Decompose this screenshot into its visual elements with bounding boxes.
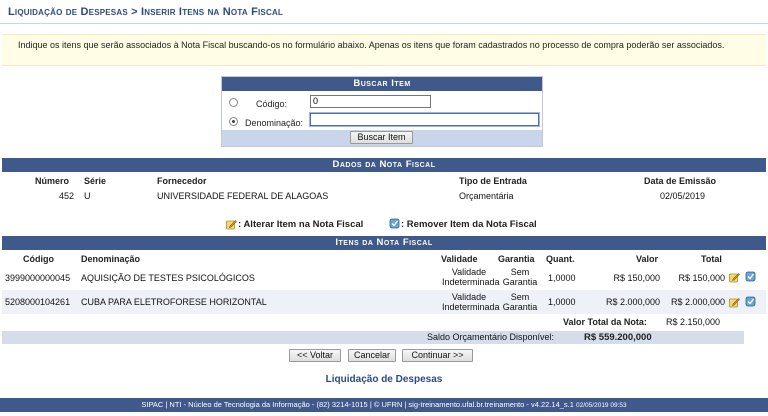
continuar-button[interactable]: Continuar >> bbox=[402, 349, 473, 362]
col-fornecedor: Fornecedor bbox=[157, 176, 207, 186]
item-codigo: 5208000104261 bbox=[5, 297, 71, 307]
codigo-radio[interactable] bbox=[229, 98, 238, 107]
denominacao-label: Denominação: bbox=[245, 118, 304, 128]
item-quant: 1,0000 bbox=[548, 273, 576, 283]
total-label: Valor Total da Nota: bbox=[563, 317, 647, 327]
denominacao-input[interactable] bbox=[310, 113, 539, 126]
col-quant: Quant. bbox=[546, 254, 575, 264]
col-total: Total bbox=[701, 254, 722, 264]
buscar-item-button[interactable]: Buscar Item bbox=[350, 131, 413, 144]
item-garantia-2: Garantia bbox=[502, 302, 538, 312]
col-numero: Número bbox=[35, 176, 70, 186]
total-value: R$ 2.150,000 bbox=[666, 317, 721, 327]
footer: SIPAC | NTI - Núcleo de Tecnologia da In… bbox=[0, 398, 768, 412]
col-codigo: Código bbox=[23, 254, 54, 264]
page-title: Liquidação de Despesas > Inserir Itens n… bbox=[8, 6, 284, 18]
legend-remover: : Remover Item da Nota Fiscal bbox=[401, 219, 537, 230]
item-valor: R$ 2.000,000 bbox=[605, 297, 660, 307]
total-row: Valor Total da Nota: R$ 2.150,000 bbox=[2, 316, 766, 329]
item-validade-2: Indeterminada bbox=[442, 277, 500, 287]
item-garantia-1: Sem bbox=[510, 267, 530, 277]
saldo-label: Saldo Orçamentário Disponível: bbox=[427, 332, 555, 342]
col-denominacao: Denominação bbox=[81, 254, 141, 264]
col-data-emissao: Data de Emissão bbox=[644, 176, 717, 186]
col-garantia: Garantia bbox=[498, 254, 535, 264]
search-item-form: Buscar Item Código: 0 Denominação: Busca… bbox=[221, 76, 543, 147]
remove-icon[interactable] bbox=[745, 271, 756, 282]
item-garantia-1: Sem bbox=[510, 292, 530, 302]
nota-fiscal-section-title: Dados da Nota Fiscal bbox=[2, 158, 766, 172]
item-total: R$ 2.000,000 bbox=[670, 297, 725, 307]
item-total: R$ 150,000 bbox=[678, 273, 725, 283]
footer-timestamp: 02/05/2019 09:53 bbox=[576, 402, 627, 409]
search-form-footer: Buscar Item bbox=[222, 130, 542, 146]
item-valor: R$ 150,000 bbox=[613, 273, 660, 283]
codigo-input[interactable]: 0 bbox=[310, 95, 431, 108]
nota-data-emissao: 02/05/2019 bbox=[660, 191, 706, 201]
col-valor: Valor bbox=[636, 254, 659, 264]
item-denominacao: AQUISIÇÃO DE TESTES PSICOLÓGICOS bbox=[81, 273, 255, 283]
saldo-row: Saldo Orçamentário Disponível: R$ 559.20… bbox=[2, 331, 744, 344]
item-validade-2: Indeterminada bbox=[442, 302, 500, 312]
col-serie: Série bbox=[84, 176, 107, 186]
col-tipo-entrada: Tipo de Entrada bbox=[459, 176, 527, 186]
pencil-icon[interactable] bbox=[729, 297, 740, 308]
remove-icon[interactable] bbox=[745, 296, 756, 307]
info-message: Indique os itens que serão associados à … bbox=[2, 34, 766, 66]
voltar-button[interactable]: << Voltar bbox=[289, 349, 341, 362]
remove-icon bbox=[389, 218, 400, 229]
itens-section-title: Itens da Nota Fiscal bbox=[2, 236, 766, 250]
legend-alterar: : Alterar Item na Nota Fiscal bbox=[238, 219, 364, 230]
col-validade: Validade bbox=[441, 254, 478, 264]
footer-text: SIPAC | NTI - Núcleo de Tecnologia da In… bbox=[141, 400, 574, 409]
pencil-icon bbox=[226, 220, 237, 230]
liquidacao-link[interactable]: Liquidação de Despesas bbox=[0, 374, 768, 385]
codigo-label: Código: bbox=[256, 99, 288, 109]
page-title-bar: Liquidação de Despesas > Inserir Itens n… bbox=[0, 0, 768, 24]
nota-numero: 452 bbox=[59, 191, 75, 201]
nota-fornecedor: UNIVERSIDADE FEDERAL DE ALAGOAS bbox=[157, 191, 329, 201]
item-validade-1: Validade bbox=[451, 267, 487, 277]
item-codigo: 3999000000045 bbox=[5, 273, 71, 283]
saldo-value: R$ 559.200,000 bbox=[584, 332, 652, 343]
nota-tipo-entrada: Orçamentária bbox=[459, 191, 514, 201]
nota-serie: U bbox=[84, 191, 91, 201]
item-validade-1: Validade bbox=[451, 292, 487, 302]
search-form-title: Buscar Item bbox=[222, 77, 542, 91]
item-denominacao: CUBA PARA ELETROFORESE HORIZONTAL bbox=[81, 297, 267, 307]
item-garantia-2: Garantia bbox=[502, 277, 538, 287]
pencil-icon[interactable] bbox=[729, 272, 740, 283]
cancelar-button[interactable]: Cancelar bbox=[348, 349, 396, 362]
item-quant: 1,0000 bbox=[548, 297, 576, 307]
denominacao-radio[interactable] bbox=[229, 117, 238, 126]
